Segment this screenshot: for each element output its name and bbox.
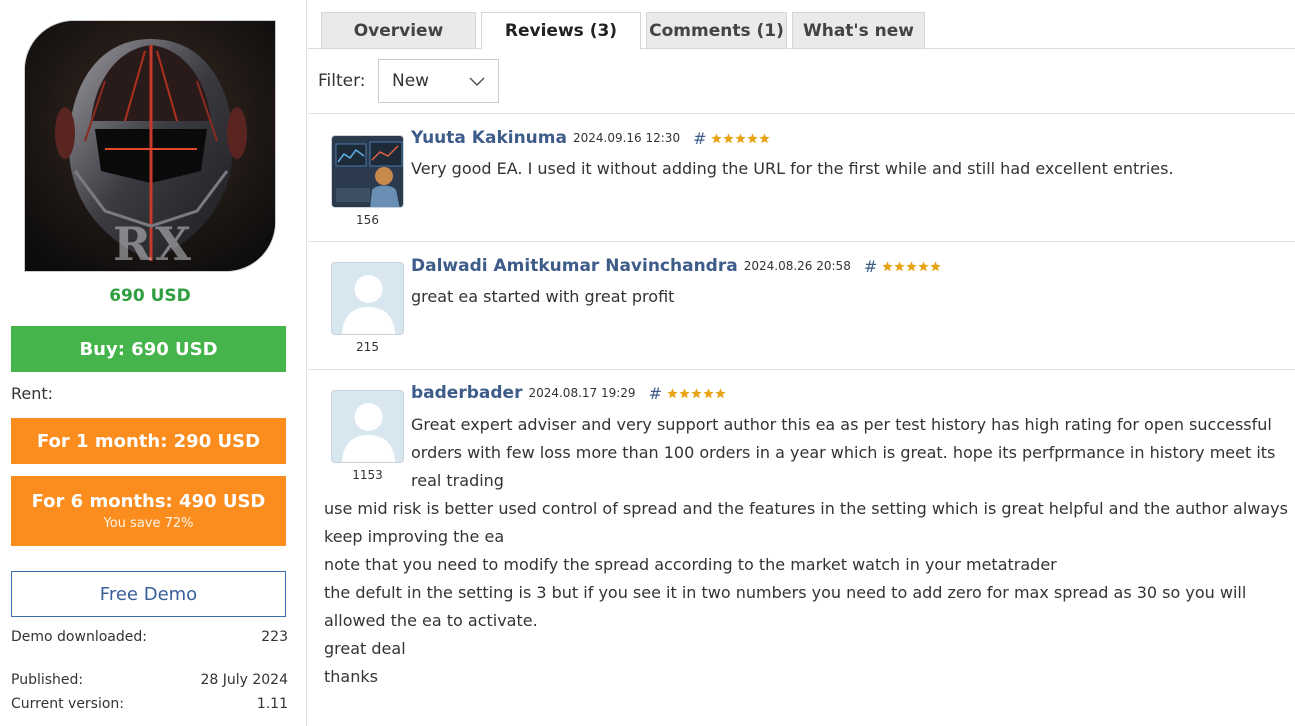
review-header: Dalwadi Amitkumar Navinchandra 2024.08.2… bbox=[411, 256, 942, 276]
star-icon bbox=[894, 260, 905, 271]
stat-published: Published: 28 July 2024 bbox=[11, 672, 288, 688]
default-user-icon bbox=[332, 391, 403, 462]
avatar[interactable] bbox=[331, 390, 404, 463]
buy-button[interactable]: Buy: 690 USD bbox=[11, 326, 286, 372]
stat-demo-downloaded: Demo downloaded: 223 bbox=[11, 629, 288, 645]
tab-whats-new[interactable]: What's new bbox=[792, 12, 925, 49]
tab-label: Reviews (3) bbox=[504, 21, 618, 41]
review-line: Very good EA. I used it without adding t… bbox=[411, 159, 1174, 178]
review-author[interactable]: Dalwadi Amitkumar Navinchandra bbox=[411, 256, 738, 276]
review-line: allowed the ea to activate. bbox=[324, 611, 538, 630]
review-text-continued: use mid risk is better used control of s… bbox=[324, 495, 1288, 691]
star-icon bbox=[759, 132, 771, 143]
review-text: Very good EA. I used it without adding t… bbox=[411, 155, 1174, 183]
filter-label: Filter: bbox=[318, 71, 366, 91]
review-line: thanks bbox=[324, 667, 378, 686]
avatar-rating-count: 156 bbox=[356, 213, 379, 227]
stat-label: Published: bbox=[11, 672, 84, 688]
tab-label: Overview bbox=[353, 20, 444, 41]
tab-label: Comments (1) bbox=[649, 20, 784, 41]
review-text: Great expert adviser and very support au… bbox=[411, 411, 1275, 495]
review-date: 2024.09.16 12:30 bbox=[572, 131, 681, 145]
stat-value: 28 July 2024 bbox=[200, 672, 288, 688]
review-line: the defult in the setting is 3 but if yo… bbox=[324, 583, 1247, 602]
review-permalink[interactable]: # bbox=[693, 129, 706, 148]
rent-1-month-button[interactable]: For 1 month: 290 USD bbox=[11, 418, 286, 464]
star-icon bbox=[906, 260, 917, 271]
rent-6-months-button[interactable]: For 6 months: 490 USD You save 72% bbox=[11, 476, 286, 546]
review-header: baderbader 2024.08.17 19:29 # bbox=[411, 383, 727, 403]
avatar-rating-count: 215 bbox=[356, 340, 379, 354]
review-author[interactable]: Yuuta Kakinuma bbox=[411, 128, 567, 148]
star-icon bbox=[711, 132, 723, 143]
star-icon bbox=[882, 260, 893, 271]
review-permalink[interactable]: # bbox=[649, 384, 662, 403]
filter-selected-value: New bbox=[392, 71, 430, 91]
review-line: keep improving the ea bbox=[324, 527, 505, 546]
star-icon bbox=[723, 132, 735, 143]
review-line: note that you need to modify the spread … bbox=[324, 555, 1057, 574]
review-line: use mid risk is better used control of s… bbox=[324, 499, 1288, 518]
product-sidebar: RX 690 USD Buy: 690 USD Rent: For 1 mont… bbox=[0, 0, 307, 726]
review-line: great deal bbox=[324, 639, 406, 658]
star-icon bbox=[930, 260, 941, 271]
review-line: great ea started with great profit bbox=[411, 287, 675, 306]
star-icon bbox=[715, 387, 726, 398]
rent-6-months-savings: You save 72% bbox=[103, 516, 194, 531]
tab-overview[interactable]: Overview bbox=[321, 12, 476, 49]
star-icon bbox=[667, 387, 678, 398]
rating-stars bbox=[882, 260, 942, 272]
tab-comments[interactable]: Comments (1) bbox=[646, 12, 787, 49]
divider bbox=[308, 113, 1295, 114]
avatar[interactable] bbox=[331, 262, 404, 335]
review-line: Great expert adviser and very support au… bbox=[411, 415, 1272, 434]
star-icon bbox=[703, 387, 714, 398]
star-icon bbox=[747, 132, 759, 143]
product-tabs: Overview Reviews (3) Comments (1) What's… bbox=[308, 12, 1295, 50]
product-logo: RX bbox=[24, 20, 276, 272]
logo-text: RX bbox=[113, 217, 195, 271]
stat-label: Demo downloaded: bbox=[11, 629, 147, 645]
star-icon bbox=[691, 387, 702, 398]
review-header: Yuuta Kakinuma 2024.09.16 12:30 # bbox=[411, 128, 771, 148]
avatar-rating-count: 1153 bbox=[352, 468, 383, 482]
stat-label: Current version: bbox=[11, 696, 125, 712]
default-user-icon bbox=[332, 263, 403, 334]
rating-stars bbox=[667, 387, 727, 399]
star-icon bbox=[918, 260, 929, 271]
review-date: 2024.08.17 19:29 bbox=[528, 386, 636, 400]
buy-button-label: Buy: 690 USD bbox=[79, 338, 218, 360]
tab-label: What's new bbox=[802, 20, 915, 41]
avatar[interactable] bbox=[331, 135, 404, 208]
divider bbox=[308, 369, 1295, 370]
star-icon bbox=[679, 387, 690, 398]
review-text: great ea started with great profit bbox=[411, 283, 674, 311]
rent-1-month-label: For 1 month: 290 USD bbox=[36, 430, 261, 452]
review-line: real trading bbox=[411, 471, 504, 490]
stat-current-version: Current version: 1.11 bbox=[11, 696, 288, 712]
product-price: 690 USD bbox=[109, 286, 191, 306]
review-line: orders with few loss more than 100 order… bbox=[411, 443, 1276, 462]
stat-value: 223 bbox=[261, 629, 288, 645]
divider bbox=[308, 241, 1295, 242]
chevron-down-icon bbox=[469, 77, 485, 87]
rent-label: Rent: bbox=[11, 384, 54, 403]
star-icon bbox=[735, 132, 747, 143]
rating-stars bbox=[711, 132, 771, 144]
rent-6-months-label: For 6 months: 490 USD bbox=[31, 491, 266, 512]
free-demo-button[interactable]: Free Demo bbox=[11, 571, 286, 617]
tab-reviews[interactable]: Reviews (3) bbox=[481, 12, 641, 50]
review-author[interactable]: baderbader bbox=[411, 383, 522, 403]
avatar-photo-icon bbox=[332, 136, 403, 207]
free-demo-label: Free Demo bbox=[99, 583, 198, 605]
filter-select[interactable]: New bbox=[378, 59, 499, 103]
review-date: 2024.08.26 20:58 bbox=[743, 259, 851, 273]
stat-value: 1.11 bbox=[256, 696, 288, 712]
review-permalink[interactable]: # bbox=[864, 257, 877, 276]
